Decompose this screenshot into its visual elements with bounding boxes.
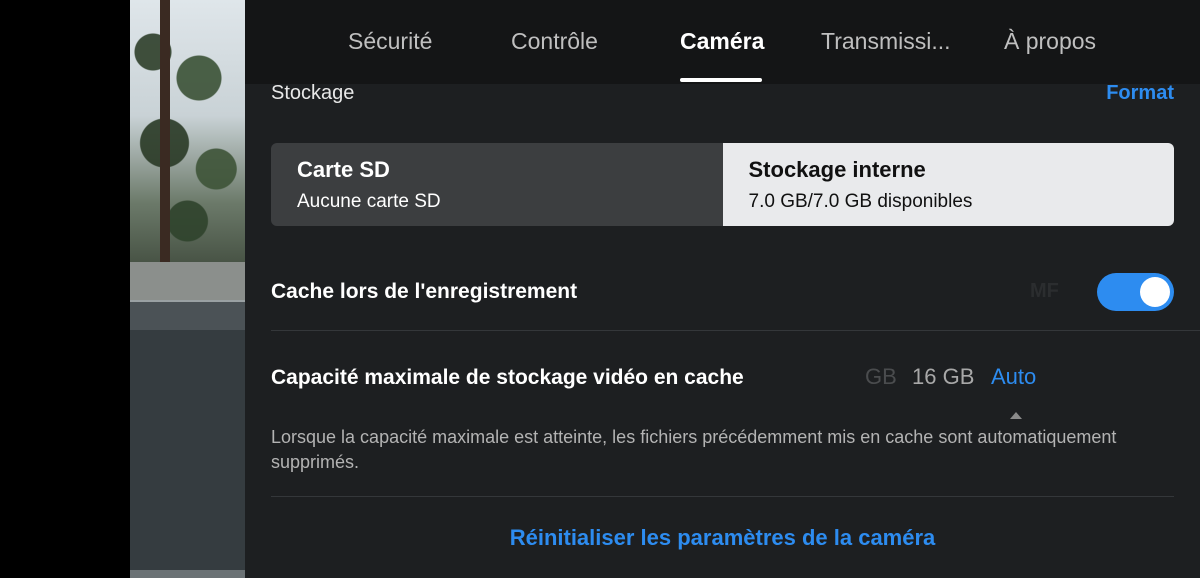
format-button[interactable]: Format [1106, 82, 1174, 105]
max-capacity-label: Capacité maximale de stockage vidéo en c… [271, 366, 744, 389]
camera-feed [130, 0, 245, 578]
divider [271, 496, 1174, 497]
cache-recording-label: Cache lors de l'enregistrement [271, 280, 578, 303]
capacity-option-previous[interactable]: GB [865, 364, 897, 390]
storage-option-title: Stockage interne [748, 157, 926, 182]
storage-section-label: Stockage [271, 82, 355, 104]
tab-securite[interactable]: Sécurité [348, 28, 432, 55]
max-capacity-description: Lorsque la capacité maximale est atteint… [271, 427, 1117, 472]
cache-recording-toggle[interactable] [1097, 273, 1174, 311]
tab-bar: Sécurité Contrôle Caméra Transmissi... À… [245, 0, 1200, 84]
wall [130, 262, 245, 302]
storage-option-sd-card[interactable]: Carte SD Aucune carte SD [271, 143, 723, 226]
settings-panel: Sécurité Contrôle Caméra Transmissi... À… [245, 0, 1200, 578]
tab-transmission[interactable]: Transmissi... [821, 28, 951, 55]
storage-option-subtitle: 7.0 GB/7.0 GB disponibles [748, 191, 973, 212]
tab-camera[interactable]: Caméra [680, 28, 764, 55]
tree-trunk [160, 0, 170, 300]
ghost-overlay-text: MF [1030, 280, 1059, 302]
storage-selector: Carte SD Aucune carte SD Stockage intern… [271, 143, 1174, 226]
storage-option-internal[interactable]: Stockage interne 7.0 GB/7.0 GB disponibl… [722, 143, 1174, 226]
tab-a-propos[interactable]: À propos [1004, 28, 1096, 55]
capacity-option-16gb[interactable]: 16 GB [912, 364, 974, 390]
divider [271, 330, 1200, 331]
tab-controle[interactable]: Contrôle [511, 28, 598, 55]
reset-camera-settings-button[interactable]: Réinitialiser les paramètres de la camér… [245, 525, 1200, 551]
storage-option-title: Carte SD [297, 157, 390, 182]
ground [130, 330, 245, 578]
left-black-bar [0, 0, 130, 578]
selection-caret-icon [1010, 412, 1022, 419]
active-tab-indicator [680, 78, 762, 82]
toggle-knob [1140, 277, 1170, 307]
feed-bottom-edge [130, 570, 245, 578]
tree-foliage [130, 0, 245, 260]
railing [130, 300, 245, 330]
capacity-option-auto[interactable]: Auto [991, 364, 1036, 390]
storage-option-subtitle: Aucune carte SD [297, 191, 441, 212]
